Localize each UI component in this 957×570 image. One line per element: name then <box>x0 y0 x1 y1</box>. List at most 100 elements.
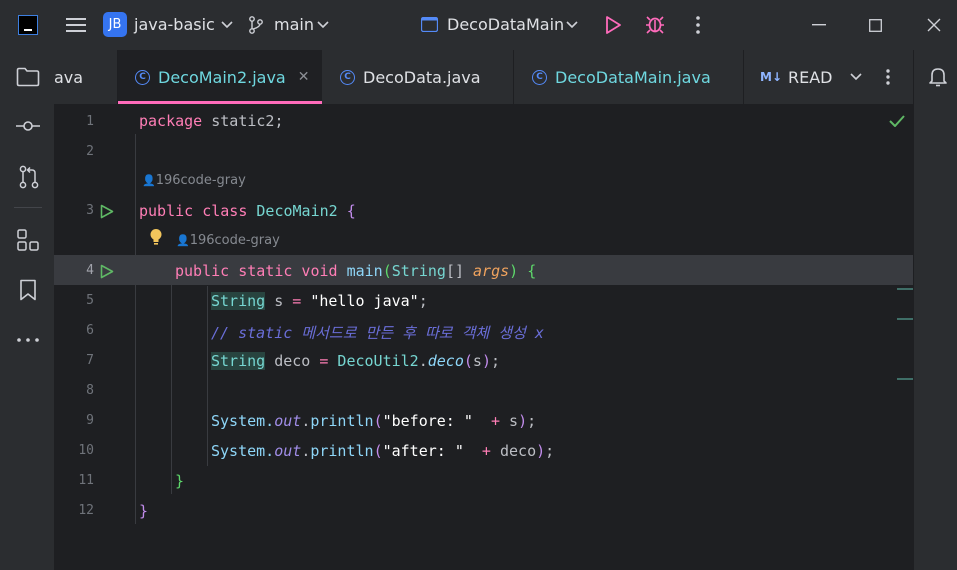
git-branch-icon[interactable] <box>247 15 265 35</box>
run-icon[interactable] <box>603 14 623 36</box>
tab-label: DecoData.java <box>363 67 481 87</box>
more-vertical-icon[interactable] <box>688 14 708 36</box>
line-number: 2 <box>86 144 94 159</box>
chevron-down-icon[interactable] <box>316 18 330 32</box>
indent-guide <box>207 286 208 466</box>
tab-readme[interactable]: M↓ READI <box>744 50 832 104</box>
run-gutter-icon[interactable] <box>98 262 116 280</box>
tab-label: READI <box>788 67 832 87</box>
markdown-icon: M↓ <box>760 70 782 84</box>
paren: ) <box>481 352 491 370</box>
tab-label: DecoMain2.java <box>158 67 286 87</box>
tab-decodata[interactable]: C DecoData.java <box>322 50 512 104</box>
intellij-icon[interactable] <box>18 15 38 35</box>
line-number: 4 <box>86 263 94 278</box>
paren: ) <box>509 262 519 280</box>
chevron-down-icon[interactable] <box>220 18 234 32</box>
title-bar: JB java-basic main DecoDataMain <box>0 0 957 50</box>
java-class-icon: C <box>135 69 150 85</box>
editor-tab-bar: ava C DecoMain2.java ✕ C DecoData.java C… <box>54 50 913 105</box>
line-number: 5 <box>86 293 94 308</box>
author-hint: 👤196code-gray <box>176 233 280 248</box>
class-name: DecoUtil2 <box>328 352 419 370</box>
scroll-marker <box>897 288 913 290</box>
check-icon[interactable] <box>888 113 906 129</box>
indent-guide <box>171 284 172 494</box>
tab-decodatamain[interactable]: C DecoDataMain.java <box>514 50 742 104</box>
code-text: . <box>418 352 428 370</box>
paren: ) <box>518 412 528 430</box>
code-text: ; <box>545 442 555 460</box>
close-icon[interactable] <box>922 14 946 36</box>
code-text: . <box>301 442 311 460</box>
string-literal: "hello java" <box>301 292 419 310</box>
paren: ( <box>373 412 383 430</box>
code-text: [] <box>445 262 474 280</box>
paren: ( <box>463 352 473 370</box>
method-name: println <box>310 412 374 430</box>
paren: ( <box>373 442 383 460</box>
tab-partial[interactable]: ava <box>54 50 117 104</box>
more-horizontal-icon[interactable] <box>16 332 40 348</box>
code-text: deco <box>265 352 320 370</box>
right-toolbar <box>913 50 957 570</box>
line-number: 11 <box>78 473 94 488</box>
lightbulb-icon[interactable] <box>148 227 164 247</box>
line-number: 9 <box>86 413 94 428</box>
run-config-name[interactable]: DecoDataMain <box>447 15 564 34</box>
method-name: println <box>310 442 374 460</box>
line-number: 3 <box>86 203 94 218</box>
scroll-marker <box>897 378 913 380</box>
keyword: package <box>139 112 203 130</box>
code-text: s <box>472 352 482 370</box>
run-gutter-icon[interactable] <box>98 202 116 220</box>
run-config-icon[interactable] <box>420 15 438 33</box>
close-icon[interactable]: ✕ <box>298 69 310 85</box>
code-line-6: // static 메서드로 만든 후 따로 객체 생성 x <box>211 324 544 342</box>
line-number: 6 <box>86 323 94 338</box>
main-menu-icon[interactable] <box>65 14 87 36</box>
structure-icon[interactable] <box>16 228 40 252</box>
minimize-icon[interactable] <box>807 14 831 36</box>
type-name: String <box>211 352 266 370</box>
commit-icon[interactable] <box>15 116 41 136</box>
code-text: ; <box>418 292 428 310</box>
maximize-icon[interactable] <box>863 14 887 36</box>
code-line-3: public class DecoMain2 { <box>139 202 356 220</box>
project-badge[interactable]: JB <box>103 12 127 37</box>
class-name: DecoMain2 <box>247 202 347 220</box>
chevron-down-icon[interactable] <box>565 18 579 32</box>
folder-icon[interactable] <box>15 65 41 89</box>
notifications-icon[interactable] <box>927 65 949 89</box>
person-icon: 👤 <box>176 234 190 247</box>
code-editor[interactable]: 1 2 3 4 5 6 7 8 9 10 11 12 👤196code-gray… <box>54 104 913 570</box>
string-literal: "after: " <box>382 442 464 460</box>
code-line-12: } <box>139 502 149 520</box>
code-line-10: System.out.println("after: " + deco); <box>211 442 554 460</box>
code-text: . <box>301 412 311 430</box>
keyword: public class <box>139 202 248 220</box>
parameter: args <box>473 262 510 280</box>
tab-decomain2[interactable]: C DecoMain2.java ✕ <box>118 50 322 104</box>
field-name: out <box>274 412 302 430</box>
code-text: ; <box>490 352 500 370</box>
person-icon: 👤 <box>142 174 156 187</box>
line-number: 10 <box>78 443 94 458</box>
chevron-down-icon[interactable] <box>848 70 864 84</box>
branch-name[interactable]: main <box>274 15 314 34</box>
left-toolbar <box>0 50 54 570</box>
operator: + <box>463 442 500 460</box>
debug-icon[interactable] <box>644 13 666 35</box>
code-line-7: String deco = DecoUtil2.deco(s); <box>211 352 500 370</box>
pull-requests-icon[interactable] <box>16 164 42 190</box>
project-name[interactable]: java-basic <box>134 15 215 34</box>
java-class-icon: C <box>340 69 355 85</box>
class-name: System. <box>211 412 275 430</box>
tab-label: DecoDataMain.java <box>555 67 711 87</box>
more-vertical-icon[interactable] <box>880 67 896 87</box>
author-hint: 👤196code-gray <box>142 173 246 188</box>
code-line-11: } <box>175 472 185 490</box>
bookmark-icon[interactable] <box>17 278 39 302</box>
code-line-9: System.out.println("before: " + s); <box>211 412 536 430</box>
brace: { <box>518 262 537 280</box>
